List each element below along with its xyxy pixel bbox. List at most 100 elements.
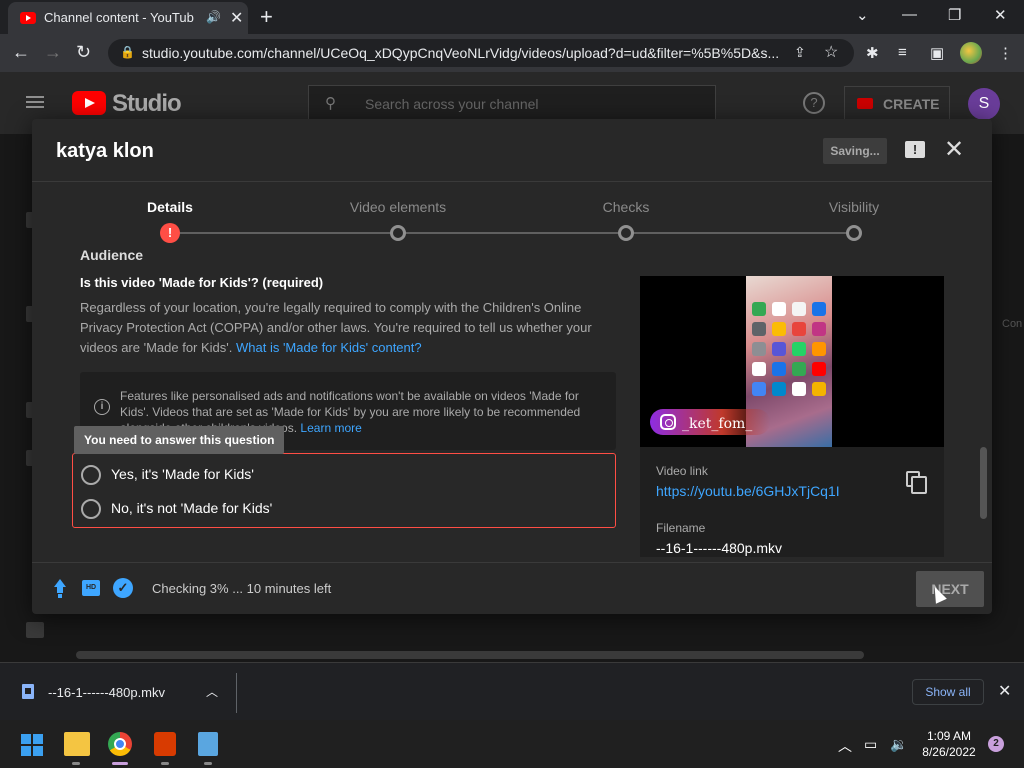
step-details[interactable]: Details [147, 199, 193, 215]
browser-tab[interactable]: Channel content - YouTube S 🔊 ✕ [8, 2, 248, 34]
taskbar: ︿ ▭ 🔉 1:09 AM 8/26/2022 2 [0, 720, 1024, 768]
feedback-sidebar-icon [26, 622, 44, 638]
step-dot[interactable] [846, 225, 862, 241]
minimize-icon[interactable]: — [902, 6, 917, 23]
create-label: CREATE [883, 96, 940, 112]
media-control-icon[interactable]: ≡ [898, 44, 907, 61]
close-icon[interactable]: ✕ [998, 681, 1011, 701]
running-indicator [161, 762, 169, 765]
radio-button[interactable] [81, 499, 101, 519]
instagram-handle: _ket_fom_ [682, 416, 753, 432]
upload-icon[interactable] [52, 579, 68, 597]
notification-badge[interactable]: 2 [988, 736, 1004, 752]
download-filename[interactable]: --16-1------480p.mkv [48, 685, 165, 700]
share-icon[interactable]: ⇪ [794, 44, 806, 61]
step-checks[interactable]: Checks [603, 199, 650, 215]
back-icon[interactable]: ← [12, 42, 30, 63]
new-tab-icon[interactable]: + [260, 4, 273, 30]
address-bar[interactable]: 🔒 studio.youtube.com/channel/UCeOq_xDQyp… [108, 39, 854, 67]
network-icon[interactable]: ▭ [864, 736, 877, 753]
browser-menu-icon[interactable]: ⋮ [998, 44, 1013, 62]
audience-heading: Audience [80, 249, 144, 263]
office-icon[interactable] [154, 732, 176, 756]
search-placeholder: Search across your channel [365, 96, 539, 112]
show-all-button[interactable]: Show all [912, 679, 984, 705]
error-icon[interactable]: ! [160, 223, 180, 243]
extensions-icon[interactable]: ✱ [866, 44, 879, 62]
running-indicator [204, 762, 212, 765]
made-for-kids-radio-group: Yes, it's 'Made for Kids' No, it's not '… [72, 453, 616, 528]
video-thumbnail[interactable]: _ket_fom_ [640, 276, 944, 447]
window-close-icon[interactable]: ✕ [994, 6, 1007, 24]
info-icon: i [94, 399, 110, 415]
restore-icon[interactable]: ❐ [948, 6, 961, 24]
windows-start-icon[interactable] [21, 734, 43, 756]
video-preview-panel: _ket_fom_ Video link https://youtu.be/6G… [640, 276, 944, 557]
divider [236, 673, 237, 713]
tab-strip: Channel content - YouTube S 🔊 ✕ + ⌄ — ❐ … [0, 0, 1024, 34]
send-feedback-icon[interactable]: ! [905, 141, 925, 158]
content-scrollbar[interactable] [980, 447, 987, 519]
download-bar: --16-1------480p.mkv ︿ Show all ✕ [0, 662, 1024, 720]
upload-dialog: katya klon Saving... ! ✕ Details Video e… [32, 119, 992, 614]
dialog-title: katya klon [56, 140, 154, 162]
channel-search-input[interactable]: ⚲ Search across your channel [308, 85, 716, 121]
file-explorer-icon[interactable] [64, 732, 90, 756]
copy-icon[interactable] [906, 471, 927, 494]
made-for-kids-link[interactable]: What is 'Made for Kids' content? [236, 340, 422, 355]
coppa-description: Regardless of your location, you're lega… [80, 298, 600, 358]
step-visibility[interactable]: Visibility [829, 199, 879, 215]
bookmark-star-icon[interactable]: ☆ [824, 42, 838, 62]
tab-search-chevron-icon[interactable]: ⌄ [856, 6, 869, 24]
learn-more-link[interactable]: Learn more [300, 421, 361, 435]
lock-icon[interactable]: 🔒 [120, 45, 135, 59]
radio-button[interactable] [81, 465, 101, 485]
create-button[interactable]: CREATE [844, 86, 950, 120]
tab-close-icon[interactable]: ✕ [230, 8, 243, 28]
step-dot[interactable] [390, 225, 406, 241]
details-content: Audience Is this video 'Made for Kids'? … [32, 249, 992, 562]
radio-made-for-kids-yes[interactable]: Yes, it's 'Made for Kids' [81, 461, 601, 489]
speaker-icon[interactable]: 🔊 [206, 10, 221, 24]
chevron-up-icon[interactable]: ︿ [206, 683, 218, 700]
radio-label[interactable]: Yes, it's 'Made for Kids' [111, 466, 254, 482]
system-clock[interactable]: 1:09 AM 8/26/2022 [912, 728, 986, 760]
video-link[interactable]: https://youtu.be/6GHJxTjCq1I [656, 483, 840, 499]
active-indicator [112, 762, 128, 765]
chrome-icon[interactable] [108, 732, 132, 756]
help-icon[interactable]: ? [803, 92, 825, 114]
upload-status: Checking 3% ... 10 minutes left [152, 581, 332, 596]
channel-avatar[interactable]: S [968, 88, 1000, 120]
volume-icon[interactable]: 🔉 [890, 736, 907, 753]
youtube-favicon-icon [20, 12, 36, 24]
running-indicator [72, 762, 80, 765]
close-icon[interactable]: ✕ [944, 135, 964, 164]
reload-icon[interactable]: ↻ [76, 42, 91, 63]
tab-title: Channel content - YouTube S [44, 10, 194, 25]
clock-time: 1:09 AM [926, 729, 972, 743]
checks-icon[interactable]: ✓ [113, 578, 133, 598]
instagram-icon [660, 414, 676, 430]
browser-toolbar: ← → ↻ 🔒 studio.youtube.com/channel/UCeOq… [0, 34, 1024, 72]
step-video-elements[interactable]: Video elements [350, 199, 446, 215]
horizontal-scrollbar[interactable] [76, 651, 864, 659]
made-for-kids-question: Is this video 'Made for Kids'? (required… [80, 275, 324, 290]
required-tooltip: You need to answer this question [74, 426, 285, 454]
step-dot[interactable] [618, 225, 634, 241]
clock-date: 8/26/2022 [922, 745, 976, 759]
radio-label[interactable]: No, it's not 'Made for Kids' [111, 500, 272, 516]
chevron-up-icon[interactable]: ︿ [838, 736, 852, 756]
forward-icon[interactable]: → [44, 42, 62, 63]
next-button[interactable]: NEXT [916, 571, 984, 607]
app-grid [752, 302, 828, 396]
url-text[interactable]: studio.youtube.com/channel/UCeOq_xDQypCn… [142, 45, 786, 61]
menu-icon[interactable] [26, 96, 44, 98]
hd-icon[interactable]: HD [82, 580, 100, 596]
side-panel-icon[interactable]: ▣ [930, 44, 944, 62]
radio-made-for-kids-no[interactable]: No, it's not 'Made for Kids' [81, 495, 601, 523]
notepad-icon[interactable] [198, 732, 218, 756]
divider [32, 181, 992, 182]
profile-avatar-icon[interactable] [960, 42, 982, 64]
video-link-label: Video link [656, 464, 708, 478]
youtube-logo-icon[interactable] [72, 91, 106, 115]
